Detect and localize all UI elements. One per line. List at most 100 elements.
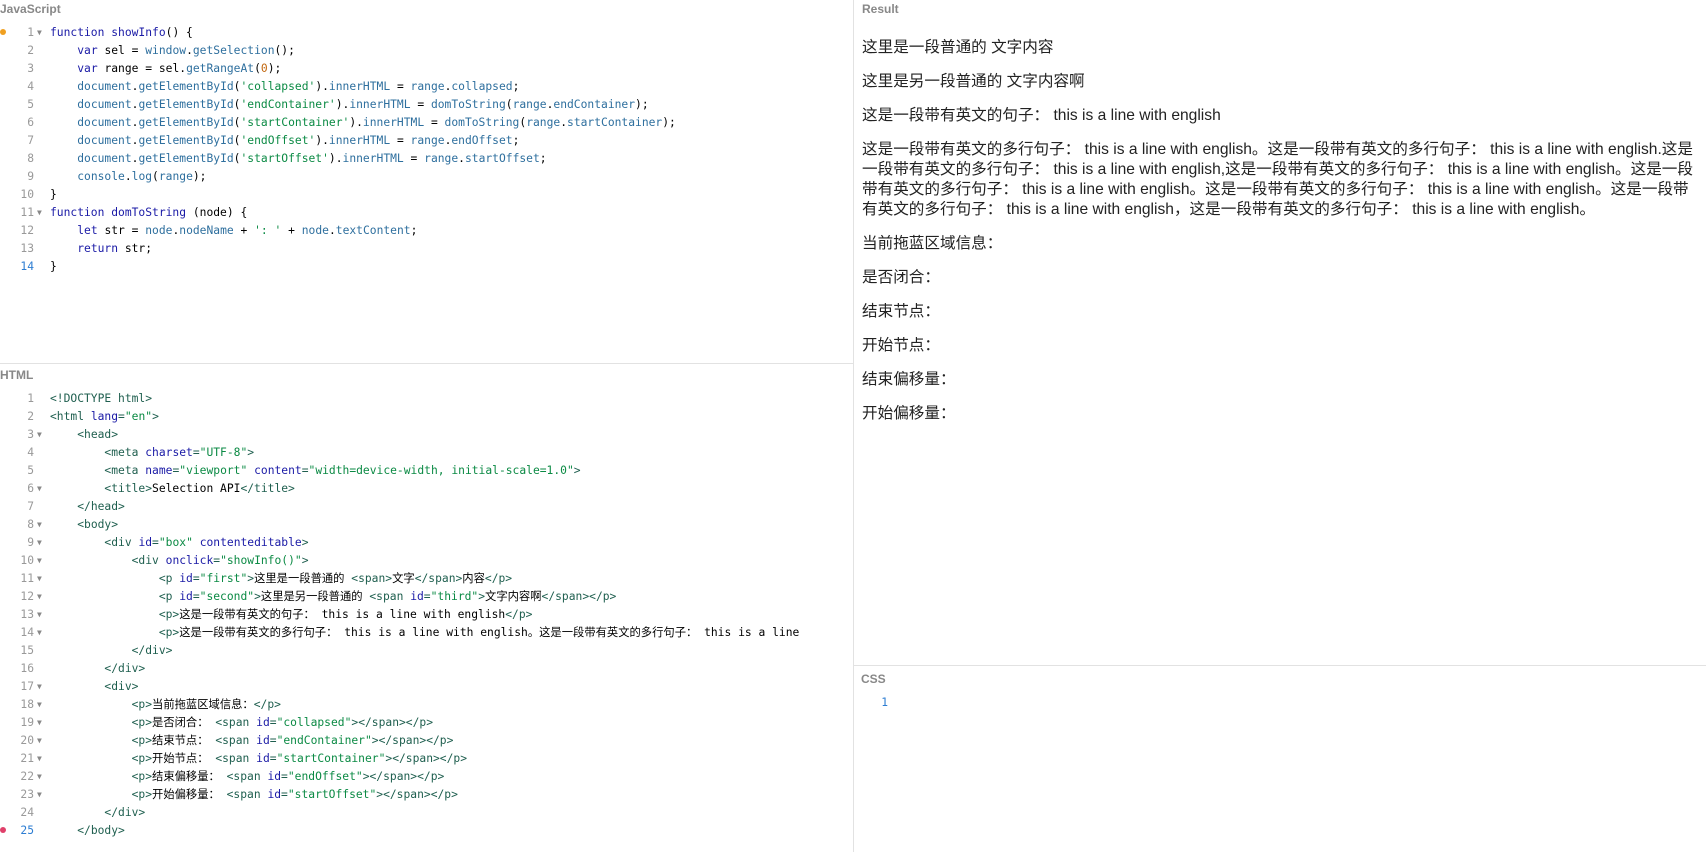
code-line[interactable]: 18 ▼ <p>当前拖蓝区域信息：</p> bbox=[0, 696, 853, 714]
code-text[interactable]: var sel = window.getSelection(); bbox=[50, 42, 295, 60]
code-text[interactable]: <title>Selection API</title> bbox=[50, 480, 294, 498]
css-pane[interactable]: CSS 1 bbox=[854, 666, 1706, 852]
result-pane[interactable]: Result 这里是一段普通的 文字内容 这里是另一段普通的 文字内容啊 这是一… bbox=[854, 0, 1706, 665]
code-text[interactable]: <!DOCTYPE html> bbox=[50, 390, 152, 408]
code-line[interactable]: 2 var sel = window.getSelection(); bbox=[0, 42, 853, 60]
code-text[interactable]: <p>这是一段带有英文的多行句子： this is a line with en… bbox=[50, 624, 799, 642]
fold-arrow-icon[interactable]: ▼ bbox=[37, 750, 42, 768]
html-pane[interactable]: HTML 1 <!DOCTYPE html> 2 <html lang="en"> 3 ▼… bbox=[0, 364, 853, 852]
code-text[interactable]: </head> bbox=[50, 498, 125, 516]
code-line[interactable]: 25 </body> bbox=[0, 822, 853, 840]
code-line[interactable]: 5 document.getElementById('endContainer'… bbox=[0, 96, 853, 114]
fold-arrow-icon[interactable]: ▼ bbox=[37, 606, 42, 624]
code-text[interactable]: <div id="box" contenteditable> bbox=[50, 534, 308, 552]
result-paragraph-first[interactable]: 这里是一段普通的 文字内容 bbox=[862, 38, 1702, 58]
code-line[interactable]: 1 <!DOCTYPE html> bbox=[0, 390, 853, 408]
code-line[interactable]: 1 ▼ function showInfo() { bbox=[0, 24, 853, 42]
code-text[interactable]: function showInfo() { bbox=[50, 24, 193, 42]
code-line[interactable]: 21 ▼ <p>开始节点： <span id="startContainer"><… bbox=[0, 750, 853, 768]
fold-arrow-icon[interactable]: ▼ bbox=[37, 786, 42, 804]
fold-arrow-icon[interactable]: ▼ bbox=[37, 696, 42, 714]
fold-arrow-icon[interactable]: ▼ bbox=[37, 534, 42, 552]
code-text[interactable]: <p id="second">这里是另一段普通的 <span id="third… bbox=[50, 588, 617, 606]
code-text[interactable]: <p>结束偏移量： <span id="endOffset"></span></… bbox=[50, 768, 445, 786]
code-line[interactable]: 1 bbox=[854, 694, 1706, 712]
fold-arrow-icon[interactable]: ▼ bbox=[37, 552, 42, 570]
code-line[interactable]: 6 ▼ <title>Selection API</title> bbox=[0, 480, 853, 498]
fold-arrow-icon[interactable]: ▼ bbox=[37, 24, 42, 42]
javascript-editor[interactable]: 1 ▼ function showInfo() {2 var sel = windo… bbox=[0, 24, 853, 276]
html-editor[interactable]: 1 <!DOCTYPE html> 2 <html lang="en"> 3 ▼ <hea… bbox=[0, 390, 853, 840]
code-text[interactable]: <meta charset="UTF-8"> bbox=[50, 444, 254, 462]
code-line[interactable]: 24 </div> bbox=[0, 804, 853, 822]
code-text[interactable]: <p>这是一段带有英文的句子： this is a line with engl… bbox=[50, 606, 533, 624]
code-line[interactable]: 12 ▼ <p id="second">这里是另一段普通的 <span id="t… bbox=[0, 588, 853, 606]
code-text[interactable]: } bbox=[50, 258, 57, 276]
code-line[interactable]: 16 </div> bbox=[0, 660, 853, 678]
code-line[interactable]: 11 ▼ function domToString (node) { bbox=[0, 204, 853, 222]
fold-arrow-icon[interactable]: ▼ bbox=[37, 588, 42, 606]
code-text[interactable]: </div> bbox=[50, 660, 145, 678]
code-line[interactable]: 13 ▼ <p>这是一段带有英文的句子： this is a line with … bbox=[0, 606, 853, 624]
code-line[interactable]: 14 ▼ <p>这是一段带有英文的多行句子： this is a line wit… bbox=[0, 624, 853, 642]
code-text[interactable]: } bbox=[50, 186, 57, 204]
result-content[interactable]: 这里是一段普通的 文字内容 这里是另一段普通的 文字内容啊 这是一段带有英文的句… bbox=[862, 38, 1702, 438]
fold-arrow-icon[interactable]: ▼ bbox=[37, 624, 42, 642]
code-text[interactable]: document.getElementById('startContainer'… bbox=[50, 114, 676, 132]
code-line[interactable]: 11 ▼ <p id="first">这里是一段普通的 <span>文字</spa… bbox=[0, 570, 853, 588]
code-text[interactable]: </body> bbox=[50, 822, 125, 840]
code-text[interactable]: document.getElementById('endContainer').… bbox=[50, 96, 648, 114]
vertical-splitter[interactable] bbox=[853, 0, 854, 852]
code-text[interactable]: </div> bbox=[50, 642, 173, 660]
code-line[interactable]: 4 document.getElementById('collapsed').i… bbox=[0, 78, 853, 96]
fold-arrow-icon[interactable]: ▼ bbox=[37, 714, 42, 732]
css-editor[interactable]: 1 bbox=[854, 694, 1706, 712]
code-line[interactable]: 10} bbox=[0, 186, 853, 204]
code-line[interactable]: 3 var range = sel.getRangeAt(0); bbox=[0, 60, 853, 78]
code-text[interactable]: <meta name="viewport" content="width=dev… bbox=[50, 462, 580, 480]
code-line[interactable]: 5 <meta name="viewport" content="width=d… bbox=[0, 462, 853, 480]
code-text[interactable]: <div> bbox=[50, 678, 138, 696]
code-text[interactable]: document.getElementById('collapsed').inn… bbox=[50, 78, 519, 96]
code-text[interactable]: <head> bbox=[50, 426, 118, 444]
code-text[interactable]: <p>当前拖蓝区域信息：</p> bbox=[50, 696, 281, 714]
result-paragraph-second[interactable]: 这里是另一段普通的 文字内容啊 bbox=[862, 72, 1702, 92]
code-text[interactable]: <p>开始偏移量： <span id="startOffset"></span>… bbox=[50, 786, 458, 804]
code-text[interactable]: <p>结束节点： <span id="endContainer"></span>… bbox=[50, 732, 454, 750]
fold-arrow-icon[interactable]: ▼ bbox=[37, 480, 42, 498]
code-text[interactable]: <p id="first">这里是一段普通的 <span>文字</span>内容… bbox=[50, 570, 512, 588]
code-line[interactable]: 3 ▼ <head> bbox=[0, 426, 853, 444]
code-line[interactable]: 7 document.getElementById('endOffset').i… bbox=[0, 132, 853, 150]
code-line[interactable]: 10 ▼ <div onclick="showInfo()"> bbox=[0, 552, 853, 570]
code-text[interactable]: document.getElementById('startOffset').i… bbox=[50, 150, 546, 168]
code-text[interactable]: document.getElementById('endOffset').inn… bbox=[50, 132, 519, 150]
result-paragraph-english[interactable]: 这是一段带有英文的句子： this is a line with english bbox=[862, 106, 1702, 126]
code-line[interactable]: 22 ▼ <p>结束偏移量： <span id="endOffset"></spa… bbox=[0, 768, 853, 786]
fold-arrow-icon[interactable]: ▼ bbox=[37, 678, 42, 696]
code-text[interactable]: var range = sel.getRangeAt(0); bbox=[50, 60, 281, 78]
fold-arrow-icon[interactable]: ▼ bbox=[37, 570, 42, 588]
code-line[interactable]: 17 ▼ <div> bbox=[0, 678, 853, 696]
code-line[interactable]: 9 ▼ <div id="box" contenteditable> bbox=[0, 534, 853, 552]
code-line[interactable]: 15 </div> bbox=[0, 642, 853, 660]
fold-arrow-icon[interactable]: ▼ bbox=[37, 426, 42, 444]
code-text[interactable]: let str = node.nodeName + ': ' + node.te… bbox=[50, 222, 417, 240]
code-line[interactable]: 2 <html lang="en"> bbox=[0, 408, 853, 426]
code-line[interactable]: 4 <meta charset="UTF-8"> bbox=[0, 444, 853, 462]
code-text[interactable]: <p>开始节点： <span id="startContainer"></spa… bbox=[50, 750, 467, 768]
code-text[interactable]: <p>是否闭合： <span id="collapsed"></span></p… bbox=[50, 714, 433, 732]
code-text[interactable]: <body> bbox=[50, 516, 118, 534]
code-line[interactable]: 8 document.getElementById('startOffset')… bbox=[0, 150, 853, 168]
fold-arrow-icon[interactable]: ▼ bbox=[37, 516, 42, 534]
code-line[interactable]: 9 console.log(range); bbox=[0, 168, 853, 186]
fold-arrow-icon[interactable]: ▼ bbox=[37, 204, 42, 222]
code-text[interactable]: <div onclick="showInfo()"> bbox=[50, 552, 309, 570]
code-text[interactable]: </div> bbox=[50, 804, 145, 822]
code-line[interactable]: 23 ▼ <p>开始偏移量： <span id="startOffset"></s… bbox=[0, 786, 853, 804]
code-line[interactable]: 13 return str; bbox=[0, 240, 853, 258]
fold-arrow-icon[interactable]: ▼ bbox=[37, 768, 42, 786]
fold-arrow-icon[interactable]: ▼ bbox=[37, 732, 42, 750]
code-line[interactable]: 19 ▼ <p>是否闭合： <span id="collapsed"></span… bbox=[0, 714, 853, 732]
code-line[interactable]: 14} bbox=[0, 258, 853, 276]
code-line[interactable]: 12 let str = node. nodeName + ': ' + node… bbox=[0, 222, 853, 240]
